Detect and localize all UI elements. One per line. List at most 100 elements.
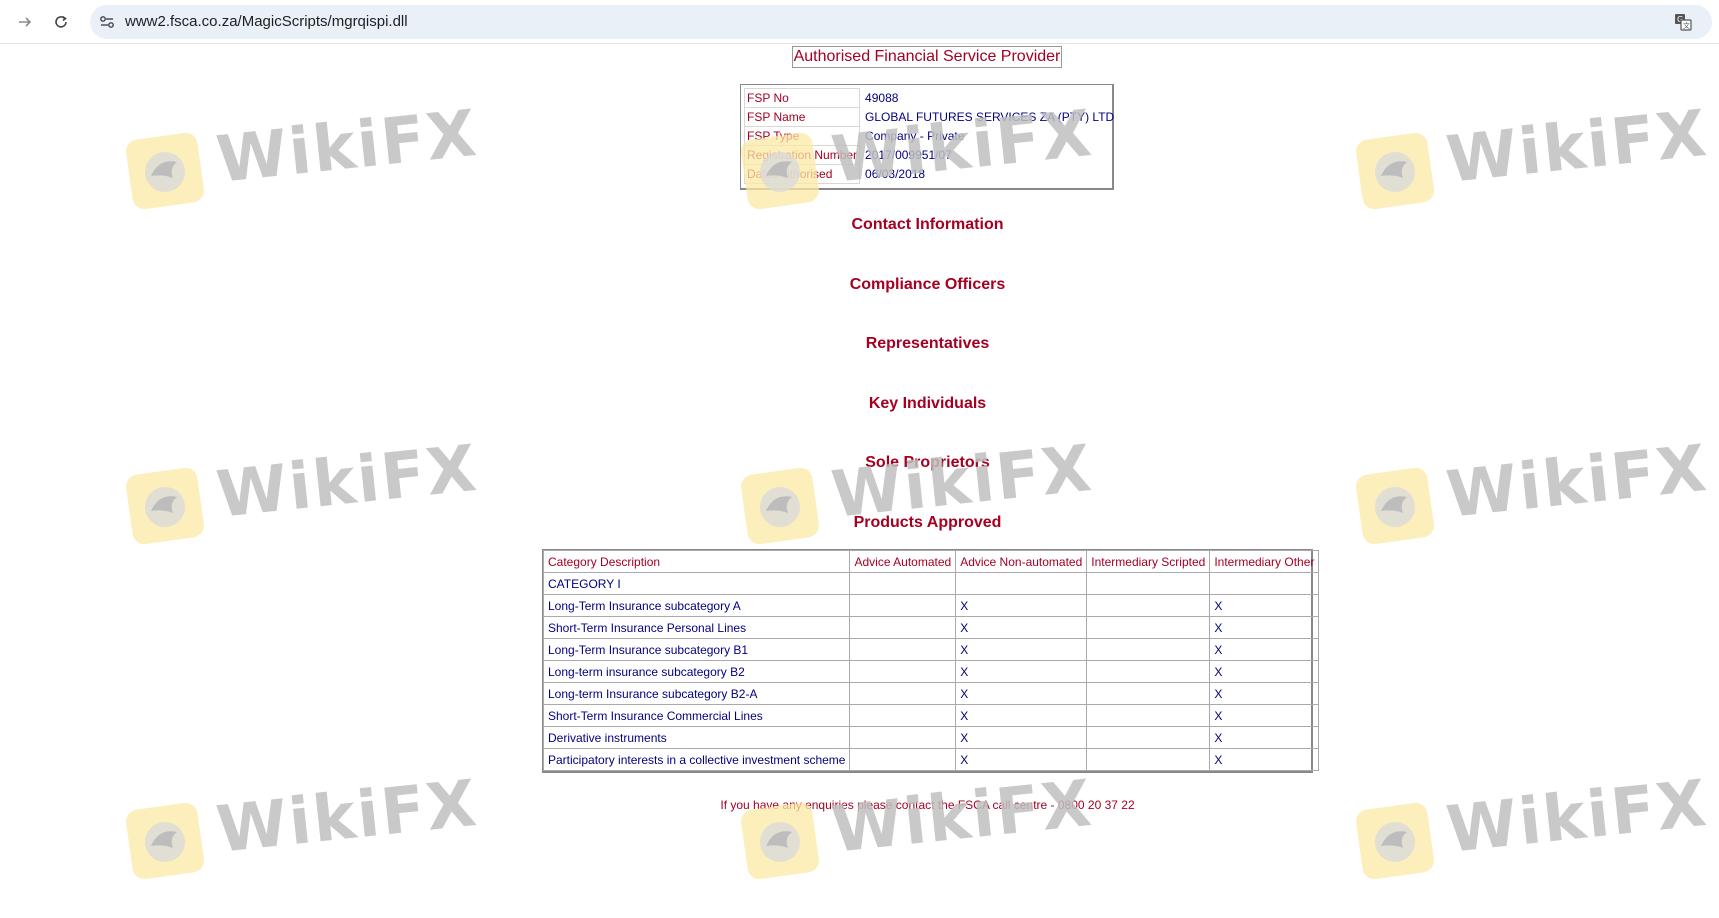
reload-button[interactable]: [48, 9, 74, 35]
section-label[interactable]: Key Individuals: [869, 395, 986, 412]
address-bar[interactable]: www2.fsca.co.za/MagicScripts/mgrqispi.dl…: [90, 5, 1712, 39]
section-contact-information[interactable]: Contact Information: [0, 216, 1719, 234]
detail-value: Company - Private: [865, 129, 965, 143]
detail-label: FSP Type: [743, 126, 861, 146]
column-header: Intermediary Other: [1209, 550, 1320, 573]
table-row: Derivative instruments X X: [542, 726, 1320, 749]
table-row: CATEGORY I: [542, 572, 1320, 595]
wikifx-watermark: WikiFX: [1355, 97, 1712, 220]
site-info-icon[interactable]: [98, 13, 116, 31]
product-mark-cell: [849, 682, 957, 705]
product-mark-cell: X: [955, 616, 1088, 639]
products-approved-table: Category Description Advice Automated Advi…: [542, 549, 1320, 773]
fsp-details-table: FSP No 49088 FSP Name GLOBAL FUTURES SERVIC…: [740, 84, 1114, 190]
watermark-text: WikiFX: [828, 766, 1097, 868]
watermark-text: WikiFX: [1443, 96, 1712, 198]
watermark-text: WikiFX: [1443, 766, 1712, 868]
detail-label: Date Authorised: [743, 164, 861, 184]
translate-icon[interactable]: G 文: [1674, 13, 1692, 31]
category-description-cell: Derivative instruments: [542, 726, 851, 749]
arrow-right-icon: [19, 17, 32, 27]
product-mark-cell: [849, 704, 957, 727]
section-products-approved: Products Approved: [0, 514, 1719, 532]
product-mark-cell: [1086, 726, 1211, 749]
section-representatives[interactable]: Representatives: [0, 335, 1719, 353]
category-description-cell: Short-Term Insurance Commercial Lines: [542, 704, 851, 727]
product-mark-cell: [1086, 704, 1211, 727]
product-mark-cell: [1086, 638, 1211, 661]
enquiry-note: If you have any enquiries please contact…: [720, 798, 1135, 812]
detail-label: Registration Number: [743, 145, 861, 165]
product-mark-cell: [849, 660, 957, 683]
column-header: Advice Automated: [849, 550, 957, 573]
wikifx-logo-icon: [126, 467, 204, 545]
product-mark-cell: X: [1209, 594, 1320, 617]
section-sole-proprietors[interactable]: Sole Proprietors: [0, 454, 1719, 472]
product-mark-cell: [849, 726, 957, 749]
product-mark-cell: [1209, 572, 1320, 595]
detail-value: GLOBAL FUTURES SERVICES ZA (PTY) LTD: [865, 110, 1115, 124]
product-mark-cell: X: [955, 704, 1088, 727]
table-row: Long-term Insurance subcategory B2-A X X: [542, 682, 1320, 705]
column-header: Category Description: [542, 550, 851, 573]
wikifx-logo-icon: [1356, 132, 1434, 210]
wikifx-logo-icon: [741, 802, 819, 880]
product-mark-cell: X: [1209, 726, 1320, 749]
detail-row: Date Authorised 06/03/2018: [743, 164, 1117, 184]
product-mark-cell: [849, 638, 957, 661]
category-description-cell: Participatory interests in a collective …: [542, 748, 851, 771]
watermark-text: WikiFX: [213, 766, 482, 868]
wikifx-logo-icon: [1356, 802, 1434, 880]
wikifx-logo-icon: [741, 467, 819, 545]
product-mark-cell: [1086, 660, 1211, 683]
wikifx-watermark: WikiFX: [125, 97, 482, 220]
section-label[interactable]: Representatives: [866, 335, 990, 352]
product-mark-cell: [1086, 748, 1211, 771]
table-row: Long-term insurance subcategory B2 X X: [542, 660, 1320, 683]
product-mark-cell: X: [1209, 660, 1320, 683]
column-header: Intermediary Scripted: [1086, 550, 1211, 573]
watermark-text: WikiFX: [213, 96, 482, 198]
reload-icon: [55, 15, 67, 28]
wikifx-watermark: WikiFX: [125, 767, 482, 890]
table-row: Long-Term Insurance subcategory B1 X X: [542, 638, 1320, 661]
product-mark-cell: X: [955, 682, 1088, 705]
product-mark-cell: X: [955, 594, 1088, 617]
browser-toolbar: www2.fsca.co.za/MagicScripts/mgrqispi.dl…: [0, 0, 1719, 44]
section-label[interactable]: Contact Information: [852, 216, 1004, 233]
section-label[interactable]: Compliance Officers: [850, 276, 1006, 293]
product-mark-cell: [1086, 682, 1211, 705]
wikifx-watermark: WikiFX: [740, 767, 1097, 890]
section-compliance-officers[interactable]: Compliance Officers: [0, 276, 1719, 294]
detail-row: FSP Name GLOBAL FUTURES SERVICES ZA (PTY)…: [743, 107, 1117, 127]
category-description-cell: Long-Term Insurance subcategory A: [542, 594, 851, 617]
product-mark-cell: X: [1209, 616, 1320, 639]
wikifx-logo-icon: [1356, 467, 1434, 545]
product-mark-cell: [1086, 572, 1211, 595]
address-url[interactable]: www2.fsca.co.za/MagicScripts/mgrqispi.dl…: [125, 5, 408, 39]
product-mark-cell: [849, 616, 957, 639]
table-header-row: Category Description Advice Automated Advi…: [542, 550, 1320, 573]
detail-value: 2017/009951/07: [865, 148, 952, 162]
detail-row: Registration Number 2017/009951/07: [743, 145, 1117, 165]
category-description-cell: Long-term insurance subcategory B2: [542, 660, 851, 683]
wikifx-watermark: WikiFX: [1355, 767, 1712, 890]
forward-button[interactable]: [12, 9, 38, 35]
svg-text:文: 文: [1683, 21, 1690, 30]
page-title: Authorised Financial Service Provider: [792, 46, 1062, 68]
section-label[interactable]: Sole Proprietors: [865, 454, 989, 471]
column-header: Advice Non-automated: [955, 550, 1088, 573]
detail-label: FSP Name: [743, 107, 861, 127]
product-mark-cell: [849, 594, 957, 617]
category-description-cell: Short-Term Insurance Personal Lines: [542, 616, 851, 639]
product-mark-cell: [849, 748, 957, 771]
table-row: Participatory interests in a collective …: [542, 748, 1320, 771]
section-key-individuals[interactable]: Key Individuals: [0, 395, 1719, 413]
product-mark-cell: X: [955, 748, 1088, 771]
detail-row: FSP Type Company - Private: [743, 126, 1117, 146]
product-mark-cell: X: [1209, 704, 1320, 727]
table-row: Long-Term Insurance subcategory A X X: [542, 594, 1320, 617]
detail-value: 06/03/2018: [865, 167, 926, 181]
product-mark-cell: X: [1209, 682, 1320, 705]
product-mark-cell: [1086, 616, 1211, 639]
